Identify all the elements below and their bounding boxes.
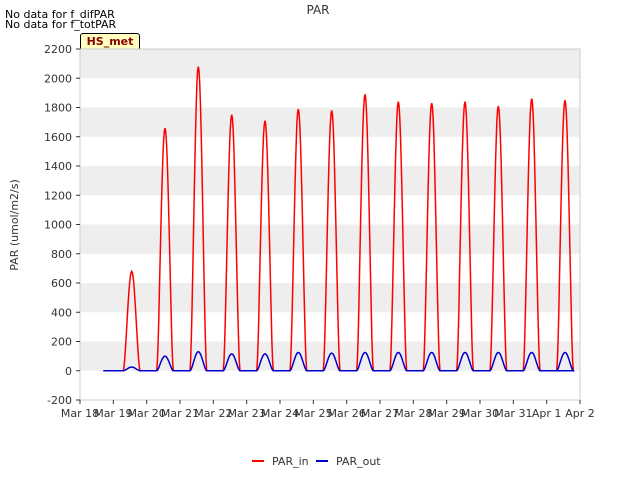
y-tick-label: 1800 [44, 102, 72, 115]
par-chart: -200 0 200 400 600 800 1000 1200 1400 1600 1800 200… [8, 3, 595, 468]
y-tick-label: 1200 [44, 189, 72, 202]
x-tick-label: Mar 31 [494, 407, 532, 420]
y-axis: -200 0 200 400 600 800 1000 1200 1400 1600 1800 200… [44, 43, 80, 407]
y-tick-label: 2000 [44, 72, 72, 85]
y-tick-label: -200 [47, 394, 72, 407]
grid-band [80, 195, 580, 225]
x-tick-label: Apr 2 [565, 407, 595, 420]
y-tick-label: 200 [51, 336, 72, 349]
grid-band [80, 253, 580, 283]
legend-label: PAR_out [336, 455, 381, 468]
grid-band [80, 78, 580, 108]
grid-band [80, 49, 580, 79]
y-tick-label: 0 [65, 365, 72, 378]
y-tick-label: 600 [51, 277, 72, 290]
x-tick-label: Apr 1 [532, 407, 562, 420]
y-tick-label: 1000 [44, 219, 72, 232]
y-tick-label: 1400 [44, 160, 72, 173]
y-tick-label: 2200 [44, 43, 72, 56]
grid-band [80, 224, 580, 254]
y-axis-label: PAR (umol/m2/s) [8, 179, 21, 271]
grid-band [80, 370, 580, 400]
y-tick-label: 800 [51, 248, 72, 261]
legend: PAR_in PAR_out [252, 455, 381, 468]
chart-title: PAR [306, 3, 329, 17]
legend-label: PAR_in [272, 455, 309, 468]
x-axis: Mar 18Mar 19Mar 20Mar 21Mar 22Mar 23Mar … [61, 400, 595, 420]
y-tick-label: 400 [51, 306, 72, 319]
grid-band [80, 166, 580, 196]
y-tick-label: 1600 [44, 131, 72, 144]
